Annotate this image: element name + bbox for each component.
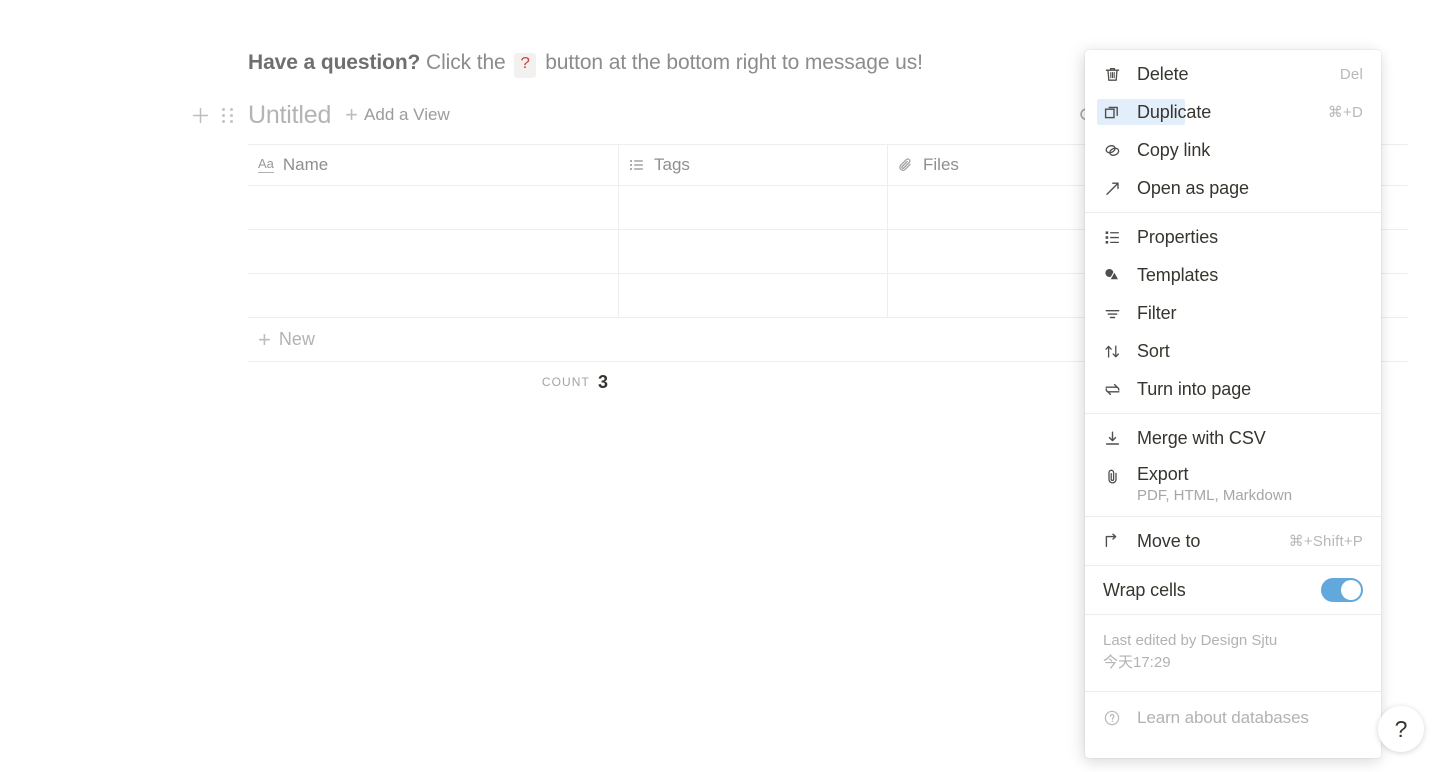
sort-icon — [1103, 342, 1125, 361]
menu-section-wrap-cells: Wrap cells — [1085, 565, 1381, 614]
drag-handle-button[interactable] — [214, 101, 242, 129]
menu-item-shortcut: ⌘+D — [1328, 103, 1363, 121]
cell-name[interactable] — [248, 274, 619, 317]
move-to-icon — [1103, 532, 1125, 551]
menu-item-label: Open as page — [1137, 178, 1249, 199]
column-header-tags[interactable]: Tags — [619, 145, 888, 185]
count-label: COUNT — [542, 375, 590, 389]
menu-item-sublabel: PDF, HTML, Markdown — [1137, 487, 1292, 504]
properties-icon — [1103, 228, 1125, 247]
add-view-button[interactable]: + Add a View — [345, 104, 450, 126]
menu-section-view-options: Properties Templates F — [1085, 212, 1381, 413]
drag-handle-icon — [222, 108, 234, 123]
menu-item-label: Turn into page — [1137, 379, 1251, 400]
menu-item-label: Merge with CSV — [1137, 428, 1266, 449]
help-banner: Have a question? Click the ? button at t… — [248, 48, 923, 78]
help-banner-text-before: Click the — [420, 51, 511, 74]
menu-section-move: Move to ⌘+Shift+P — [1085, 516, 1381, 565]
plus-icon: + — [345, 104, 358, 126]
paperclip-icon — [898, 157, 914, 173]
new-row-label: New — [279, 329, 315, 350]
download-icon — [1103, 429, 1125, 448]
turn-into-page-icon — [1103, 380, 1125, 399]
menu-item-label: Export — [1137, 464, 1188, 484]
menu-section-meta: Last edited by Design Sjtu 今天17:29 — [1085, 614, 1381, 691]
plus-icon — [191, 106, 210, 125]
last-edited-time: 今天17:29 — [1103, 652, 1363, 674]
column-header-label: Tags — [654, 155, 690, 175]
cell-name[interactable] — [248, 230, 619, 273]
multi-select-icon — [629, 157, 645, 173]
database-context-menu: Delete Del Duplicate ⌘+D Copy link — [1085, 50, 1381, 758]
menu-item-wrap-cells[interactable]: Wrap cells — [1085, 571, 1381, 609]
menu-item-delete[interactable]: Delete Del — [1085, 55, 1381, 93]
trash-icon — [1103, 65, 1125, 84]
column-header-name[interactable]: Aa Name — [248, 145, 619, 185]
menu-item-label: Filter — [1137, 303, 1176, 324]
question-mark-badge: ? — [514, 53, 536, 78]
question-mark-icon: ? — [1395, 716, 1408, 743]
wrap-cells-toggle[interactable] — [1321, 578, 1363, 602]
link-icon — [1103, 141, 1125, 160]
menu-item-label: Move to — [1137, 531, 1200, 552]
menu-item-label: Templates — [1137, 265, 1218, 286]
paperclip-icon — [1103, 467, 1125, 486]
column-header-label: Files — [923, 155, 959, 175]
menu-item-export[interactable]: Export PDF, HTML, Markdown — [1085, 457, 1381, 511]
help-banner-text-after: button at the bottom right to message us… — [539, 51, 922, 74]
last-edited-by: Last edited by Design Sjtu — [1103, 630, 1363, 652]
menu-item-sort[interactable]: Sort — [1085, 332, 1381, 370]
title-text-icon: Aa — [258, 157, 274, 173]
help-banner-bold: Have a question? — [248, 51, 420, 74]
cell-tags[interactable] — [619, 186, 888, 229]
add-block-button[interactable] — [186, 101, 214, 129]
learn-label: Learn about databases — [1137, 708, 1309, 728]
menu-item-duplicate[interactable]: Duplicate ⌘+D — [1085, 93, 1381, 131]
cell-tags[interactable] — [619, 274, 888, 317]
plus-icon: + — [258, 329, 271, 351]
menu-item-move-to[interactable]: Move to ⌘+Shift+P — [1085, 522, 1381, 560]
count-footer[interactable]: COUNT 3 — [248, 362, 608, 402]
cell-tags[interactable] — [619, 230, 888, 273]
menu-item-open-as-page[interactable]: Open as page — [1085, 169, 1381, 207]
menu-item-properties[interactable]: Properties — [1085, 218, 1381, 256]
duplicate-icon — [1103, 103, 1125, 122]
menu-item-label: Properties — [1137, 227, 1218, 248]
cell-name[interactable] — [248, 186, 619, 229]
menu-item-shortcut: Del — [1340, 66, 1363, 83]
view-title[interactable]: Untitled — [248, 101, 331, 130]
help-fab-button[interactable]: ? — [1378, 706, 1424, 752]
menu-item-copy-link[interactable]: Copy link — [1085, 131, 1381, 169]
wrap-cells-label: Wrap cells — [1103, 580, 1186, 601]
menu-section-import-export: Merge with CSV Export PDF, HTML, Markdow… — [1085, 413, 1381, 516]
menu-item-templates[interactable]: Templates — [1085, 256, 1381, 294]
menu-item-label: Duplicate — [1137, 102, 1211, 123]
open-as-page-icon — [1103, 179, 1125, 198]
templates-icon — [1103, 266, 1125, 285]
menu-item-filter[interactable]: Filter — [1085, 294, 1381, 332]
menu-item-label: Copy link — [1137, 140, 1210, 161]
last-edited-info: Last edited by Design Sjtu 今天17:29 — [1085, 620, 1381, 686]
menu-item-label: Sort — [1137, 341, 1170, 362]
add-view-label: Add a View — [364, 105, 450, 125]
filter-icon — [1103, 304, 1125, 323]
menu-item-turn-into-page[interactable]: Turn into page — [1085, 370, 1381, 408]
menu-item-merge-with-csv[interactable]: Merge with CSV — [1085, 419, 1381, 457]
menu-section-actions: Delete Del Duplicate ⌘+D Copy link — [1085, 50, 1381, 212]
menu-item-learn-about-databases[interactable]: Learn about databases — [1085, 697, 1381, 739]
count-value: 3 — [598, 372, 608, 393]
menu-section-learn: Learn about databases — [1085, 691, 1381, 744]
menu-item-shortcut: ⌘+Shift+P — [1289, 532, 1363, 550]
help-circle-icon — [1103, 709, 1125, 727]
menu-item-label: Delete — [1137, 64, 1188, 85]
column-header-label: Name — [283, 155, 328, 175]
